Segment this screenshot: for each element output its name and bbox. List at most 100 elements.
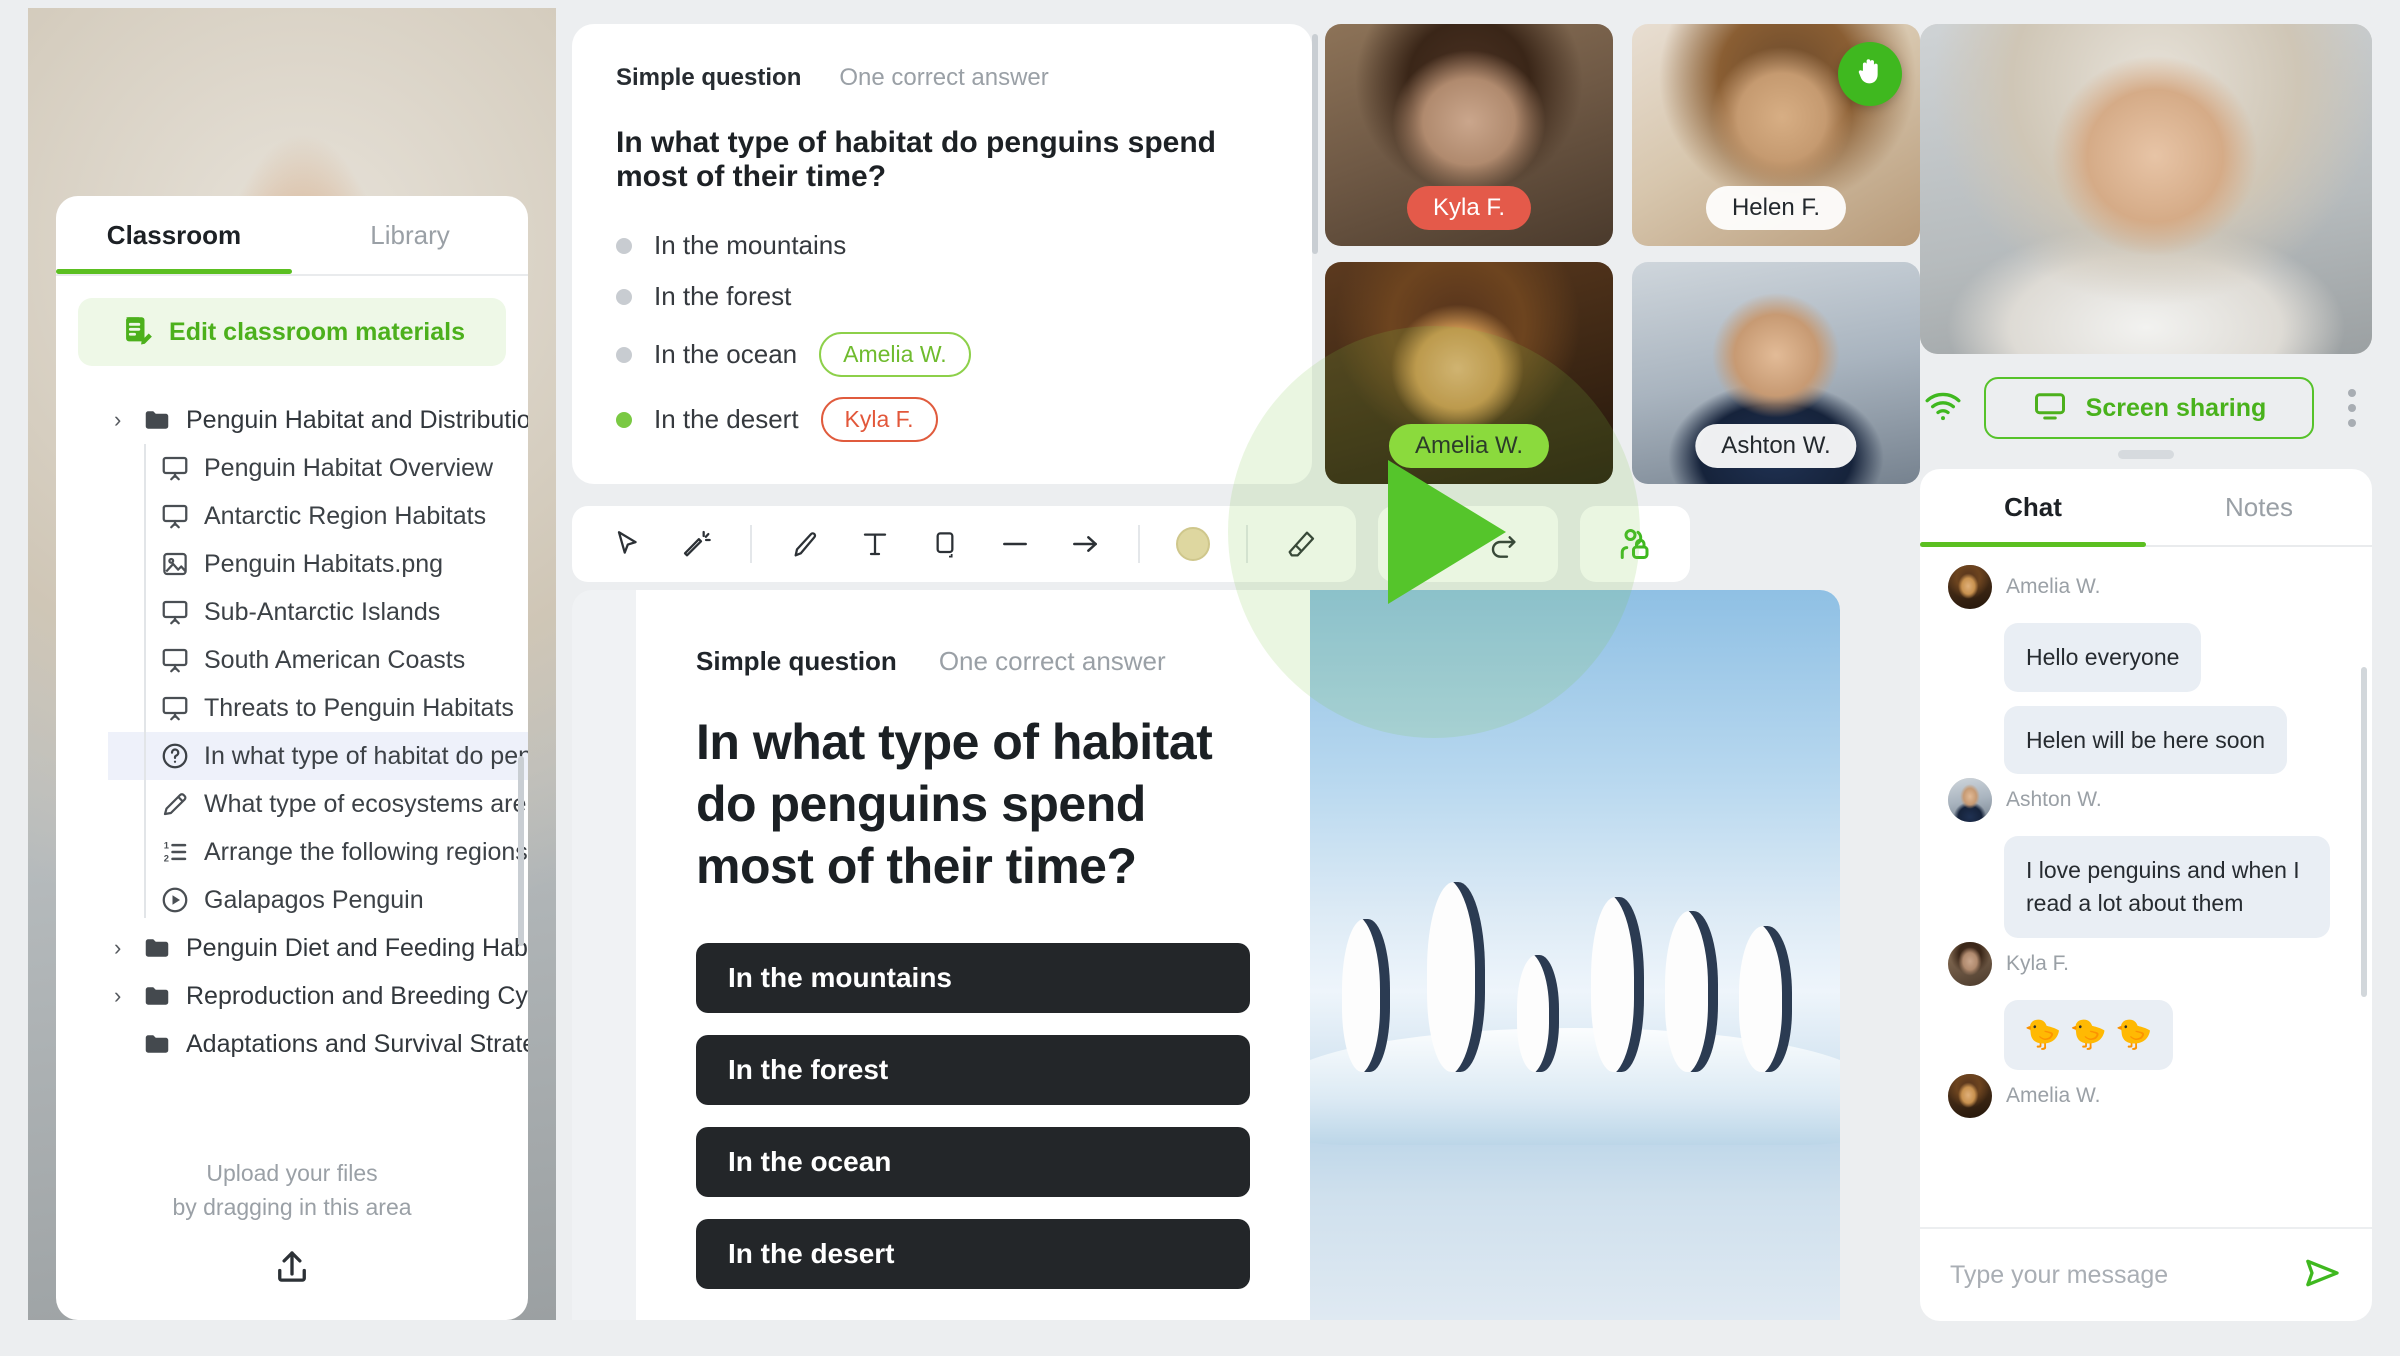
more-options-button[interactable]	[2332, 389, 2372, 427]
participant-tile-amelia[interactable]: Amelia W.	[1325, 262, 1613, 484]
chat-bubble: Hello everyone	[2004, 623, 2202, 692]
penguin-figure	[1516, 955, 1560, 1072]
redo-button[interactable]	[1474, 515, 1532, 573]
slide-answer-option[interactable]: In the desert	[696, 1219, 1251, 1289]
tree-children-habitat: Penguin Habitat Overview Antarctic Regio…	[56, 444, 528, 924]
participant-name-badge: Kyla F.	[1406, 186, 1532, 230]
tree-item-antarctic-region-habitats[interactable]: Antarctic Region Habitats	[108, 492, 528, 540]
image-icon	[160, 549, 204, 579]
tab-notes[interactable]: Notes	[2146, 469, 2372, 545]
panel-drag-handle[interactable]	[2118, 450, 2174, 459]
slide-question-type: Simple question	[696, 646, 897, 676]
chat-message-list[interactable]: Amelia W. Hello everyone Helen will be h…	[1920, 547, 2372, 1227]
chat-message-meta: Kyla F.	[1948, 941, 2344, 986]
folder-icon	[142, 405, 186, 435]
tree-folder-penguin-diet-and-feeding-habits[interactable]: › Penguin Diet and Feeding Habits	[56, 924, 528, 972]
tree-item-galapagos-penguin-video[interactable]: Galapagos Penguin	[108, 876, 528, 924]
chat-message: Amelia W.	[1948, 565, 2344, 609]
penguin-figure	[1591, 896, 1644, 1072]
pen-tool[interactable]	[776, 515, 834, 573]
screen-sharing-button[interactable]: Screen sharing	[1984, 377, 2314, 439]
tree-item-question-in-what-type-of-habitat[interactable]: In what type of habitat do penguins	[108, 732, 528, 780]
participant-tile-helen[interactable]: Helen F.	[1632, 24, 1920, 246]
edit-classroom-materials-button[interactable]: Edit classroom materials	[78, 298, 506, 366]
chevron-right-icon[interactable]: ›	[114, 935, 142, 961]
wifi-status-button[interactable]	[1920, 386, 1966, 431]
tiles-scrollbar[interactable]	[1312, 34, 1318, 254]
tree-item-question-arrange-the-following-regions[interactable]: 1 2 Arrange the following regions from	[108, 828, 528, 876]
slide-answer-option[interactable]: In the ocean	[696, 1127, 1251, 1197]
folder-icon	[142, 1029, 186, 1059]
tree-item-label: Sub-Antarctic Islands	[204, 597, 441, 626]
participant-name-badge: Helen F.	[1705, 186, 1847, 230]
avatar-photo	[1948, 1074, 1992, 1119]
chat-message-meta: Amelia W.	[1948, 565, 2344, 609]
upload-icon[interactable]	[271, 1246, 313, 1293]
tree-folder-reproduction-and-breeding-cycles[interactable]: › Reproduction and Breeding Cycles	[56, 972, 528, 1020]
presentation-icon	[160, 597, 204, 627]
teacher-video[interactable]	[1920, 24, 2372, 354]
slide-question-rule: One correct answer	[938, 646, 1166, 676]
play-video-button[interactable]	[980, 352, 1280, 542]
tree-item-penguin-habitats-png[interactable]: Penguin Habitats.png	[108, 540, 528, 588]
undo-button[interactable]	[1404, 515, 1462, 573]
slide-answer-option[interactable]: In the mountains	[696, 943, 1251, 1013]
tree-item-sub-antarctic-islands[interactable]: Sub-Antarctic Islands	[108, 588, 528, 636]
chat-message: 🐤 🐤 🐤 Amelia W.	[1948, 999, 2344, 1119]
send-message-button[interactable]	[2302, 1253, 2342, 1298]
chat-message-input[interactable]	[1950, 1260, 2286, 1290]
penguin-figure	[1665, 911, 1719, 1072]
tree-item-question-what-type-of-ecosystems[interactable]: What type of ecosystems are Sub-	[108, 780, 528, 828]
slide-stage: Simple question One correct answer In wh…	[572, 590, 1840, 1320]
penguin-figure	[1426, 882, 1486, 1072]
chat-tabs: Chat Notes	[1920, 469, 2372, 545]
toolbar-history-group	[1378, 506, 1558, 582]
avatar-photo	[1948, 778, 1992, 823]
tree-item-south-american-coasts[interactable]: South American Coasts	[108, 636, 528, 684]
chevron-right-icon[interactable]: ›	[114, 983, 142, 1009]
question-option-row[interactable]: In the mountains	[616, 230, 1268, 261]
sidebar: Home Penguin Ecology Classroom Library	[28, 8, 556, 1320]
presentation-icon	[160, 453, 204, 483]
sidebar-scrollbar[interactable]	[518, 756, 524, 946]
tree-item-label: Arrange the following regions from	[204, 837, 528, 866]
collaboration-button[interactable]	[1606, 515, 1664, 573]
tree-item-penguin-habitat-overview[interactable]: Penguin Habitat Overview	[108, 444, 528, 492]
tree-folder-penguin-habitat-and-distribution[interactable]: › Penguin Habitat and Distribution	[56, 396, 528, 444]
user-avatar[interactable]	[28, 8, 556, 1320]
penguin-figure	[1739, 925, 1793, 1072]
kebab-dot	[2348, 389, 2356, 397]
file-upload-dropzone[interactable]: Upload your files by dragging in this ar…	[56, 1130, 528, 1320]
send-icon	[2302, 1253, 2342, 1298]
video-play-icon	[160, 885, 204, 915]
option-label: In the ocean	[654, 339, 798, 369]
app-root: Home Penguin Ecology Classroom Library	[0, 0, 2400, 1356]
text-tool[interactable]	[846, 515, 904, 573]
tab-classroom[interactable]: Classroom	[56, 196, 292, 274]
tree-item-threats-to-penguin-habitats[interactable]: Threats to Penguin Habitats	[108, 684, 528, 732]
participant-tile-ashton[interactable]: Ashton W.	[1632, 262, 1920, 484]
question-option-row[interactable]: In the forest	[616, 281, 1268, 312]
tab-library[interactable]: Library	[292, 196, 528, 274]
chat-message: Helen will be here soon Ashton W.	[1948, 705, 2344, 823]
eraser-tool[interactable]	[1272, 515, 1330, 573]
tree-item-label: Antarctic Region Habitats	[204, 501, 487, 530]
avatar	[1948, 565, 1992, 609]
svg-text:2: 2	[164, 853, 169, 863]
slide-answer-option[interactable]: In the forest	[696, 1035, 1251, 1105]
participant-tile-kyla[interactable]: Kyla F.	[1325, 24, 1613, 246]
chat-scrollbar[interactable]	[2361, 667, 2367, 997]
question-meta: Simple question One correct answer	[616, 64, 1268, 92]
monitor-icon	[2032, 388, 2068, 429]
sidebar-tabs: Classroom Library	[56, 196, 528, 274]
magic-wand-tool[interactable]	[668, 515, 726, 573]
chevron-right-icon[interactable]: ›	[114, 407, 142, 433]
tab-chat[interactable]: Chat	[1920, 469, 2146, 545]
slide-canvas[interactable]: Simple question One correct answer In wh…	[636, 590, 1840, 1320]
rectangle-tool[interactable]	[916, 515, 974, 573]
tree-item-label: Penguin Habitats.png	[204, 549, 444, 578]
chat-message: Hello everyone	[1948, 623, 2344, 692]
select-cursor-tool[interactable]	[598, 515, 656, 573]
tree-folder-adaptations-and-survival-strategies[interactable]: › Adaptations and Survival Strategies	[56, 1020, 528, 1068]
raised-hand-badge[interactable]	[1838, 42, 1902, 106]
